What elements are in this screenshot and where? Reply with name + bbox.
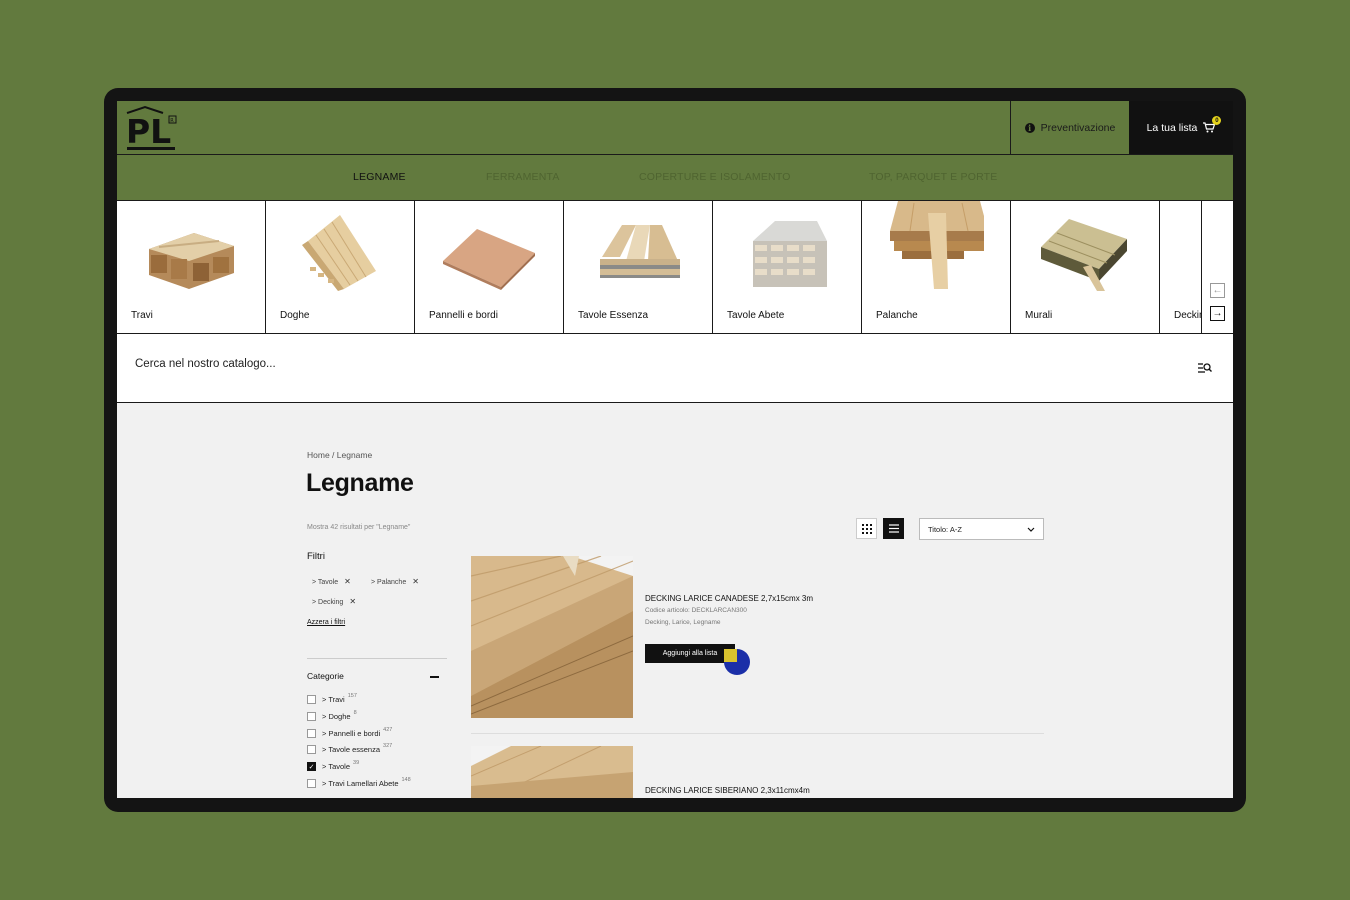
divider bbox=[307, 658, 447, 659]
beams-image bbox=[149, 233, 234, 289]
category-label: Murali bbox=[1025, 310, 1053, 321]
checkbox[interactable] bbox=[307, 729, 316, 738]
svg-text:R: R bbox=[170, 118, 174, 124]
category-filter-item[interactable]: ✓ > Tavole 39 bbox=[307, 760, 359, 771]
add-to-list-button[interactable]: Aggiungi alla lista bbox=[645, 644, 735, 663]
pl-logo[interactable]: PL R bbox=[125, 105, 179, 153]
category-filter-item[interactable]: > Doghe 8 bbox=[307, 710, 357, 721]
categories-filter-title[interactable]: Categorie bbox=[307, 671, 344, 681]
quote-button[interactable]: i Preventivazione bbox=[1010, 101, 1129, 154]
category-label: Palanche bbox=[876, 310, 918, 321]
logo-text: PL bbox=[126, 112, 171, 151]
sort-value: Titolo: A-Z bbox=[928, 524, 962, 534]
category-filter-item[interactable]: > Travi 157 bbox=[307, 693, 357, 704]
filters-title: Filtri bbox=[307, 551, 325, 562]
your-list-button[interactable]: La tua lista 0 bbox=[1129, 101, 1233, 154]
checkbox[interactable] bbox=[307, 745, 316, 754]
category-card-decking[interactable]: Decking bbox=[1160, 201, 1202, 333]
category-filter-item[interactable]: > Pannelli e bordi 427 bbox=[307, 727, 392, 738]
nav-item-top-parquet[interactable]: TOP, PARQUET E PORTE bbox=[869, 171, 997, 183]
active-filter-chip[interactable]: > Decking ✕ bbox=[312, 597, 356, 606]
category-label: Travi bbox=[131, 310, 153, 321]
row-divider bbox=[471, 733, 1044, 734]
product-image[interactable] bbox=[471, 746, 633, 798]
essence-boards-image bbox=[600, 225, 680, 278]
fir-boards-image bbox=[753, 221, 827, 287]
category-label: Doghe bbox=[280, 310, 310, 321]
arrow-left-icon: ← bbox=[1212, 285, 1223, 296]
nav-item-coperture[interactable]: COPERTURE E ISOLAMENTO bbox=[639, 171, 791, 183]
breadcrumb[interactable]: Home / Legname bbox=[307, 450, 372, 460]
product-name[interactable]: DECKING LARICE CANADESE 2,7x15cmx 3m bbox=[645, 594, 813, 603]
your-list-label: La tua lista bbox=[1146, 121, 1198, 134]
product-tags: Decking, Larice, Legname bbox=[645, 619, 721, 626]
checkbox-checked[interactable]: ✓ bbox=[307, 762, 316, 771]
close-icon[interactable]: ✕ bbox=[349, 597, 356, 606]
carousel-next-button[interactable]: → bbox=[1210, 306, 1225, 321]
quote-label: Preventivazione bbox=[1040, 121, 1116, 134]
panels-image bbox=[443, 229, 535, 290]
search-bar bbox=[117, 334, 1233, 403]
category-carousel: Travi Doghe Pannelli e bordi Tavole Esse… bbox=[117, 201, 1233, 334]
product-code: Codice articolo: DECKLARCAN300 bbox=[645, 607, 747, 614]
browser-viewport: PL R i Preventivazione La tua lista 0 LE… bbox=[117, 101, 1233, 798]
nav-item-legname[interactable]: LEGNAME bbox=[353, 171, 406, 183]
chevron-down-icon bbox=[1027, 527, 1035, 532]
product-row: DECKING LARICE CANADESE 2,7x15cmx 3m Cod… bbox=[471, 556, 1044, 718]
slats-image bbox=[302, 215, 376, 291]
category-filter-item[interactable]: > Tavole essenza 327 bbox=[307, 743, 392, 754]
sort-select[interactable]: Titolo: A-Z bbox=[919, 518, 1044, 540]
category-card-murali[interactable]: Murali bbox=[1011, 201, 1160, 333]
category-label: Pannelli e bordi bbox=[429, 310, 498, 321]
info-icon: i bbox=[1024, 122, 1035, 133]
page-title: Legname bbox=[306, 469, 414, 497]
search-filter-icon[interactable] bbox=[1198, 362, 1212, 374]
site-header: PL R i Preventivazione La tua lista 0 bbox=[117, 101, 1233, 155]
results-count: Mostra 42 risultati per "Legname" bbox=[307, 524, 411, 531]
checkbox[interactable] bbox=[307, 712, 316, 721]
arrow-right-icon: → bbox=[1212, 308, 1223, 319]
main-nav: LEGNAME FERRAMENTA COPERTURE E ISOLAMENT… bbox=[117, 155, 1233, 201]
category-card-doghe[interactable]: Doghe bbox=[266, 201, 415, 333]
category-card-pannelli[interactable]: Pannelli e bordi bbox=[415, 201, 564, 333]
nav-item-ferramenta[interactable]: FERRAMENTA bbox=[486, 171, 560, 183]
cart-icon: 0 bbox=[1203, 116, 1222, 133]
checkbox[interactable] bbox=[307, 779, 316, 788]
product-image[interactable] bbox=[471, 556, 633, 718]
murali-image bbox=[1041, 219, 1127, 291]
category-card-tavole-essenza[interactable]: Tavole Essenza bbox=[564, 201, 713, 333]
cart-count-badge: 0 bbox=[1212, 116, 1222, 125]
category-card-tavole-abete[interactable]: Tavole Abete bbox=[713, 201, 862, 333]
search-input[interactable] bbox=[135, 358, 1035, 370]
collapse-icon[interactable] bbox=[430, 676, 439, 678]
product-row: DECKING LARICE SIBERIANO 2,3x11cmx4m bbox=[471, 746, 1044, 798]
carousel-prev-button[interactable]: ← bbox=[1210, 283, 1225, 298]
category-filter-item[interactable]: > Travi Lamellari Abete 148 bbox=[307, 777, 411, 788]
grid-icon bbox=[861, 523, 872, 534]
category-card-travi[interactable]: Travi bbox=[117, 201, 266, 333]
carousel-arrows: ← → bbox=[1203, 201, 1233, 333]
list-icon bbox=[888, 524, 899, 533]
catalog-main: Home / Legname Legname Mostra 42 risulta… bbox=[117, 403, 1233, 798]
close-icon[interactable]: ✕ bbox=[412, 577, 419, 586]
active-filter-chip[interactable]: > Tavole ✕ bbox=[312, 577, 351, 586]
planks-image bbox=[890, 201, 984, 289]
product-name[interactable]: DECKING LARICE SIBERIANO 2,3x11cmx4m bbox=[645, 786, 810, 795]
category-label: Decking bbox=[1174, 310, 1201, 321]
reset-filters-link[interactable]: Azzera i filtri bbox=[307, 619, 345, 626]
category-label: Tavole Essenza bbox=[578, 310, 649, 321]
checkbox[interactable] bbox=[307, 695, 316, 704]
category-card-palanche[interactable]: Palanche bbox=[862, 201, 1011, 333]
active-filter-chip[interactable]: > Palanche ✕ bbox=[371, 577, 419, 586]
list-view-button[interactable] bbox=[883, 518, 904, 539]
grid-view-button[interactable] bbox=[856, 518, 877, 539]
cursor-indicator-icon bbox=[724, 649, 750, 675]
category-label: Tavole Abete bbox=[727, 310, 785, 321]
close-icon[interactable]: ✕ bbox=[344, 577, 351, 586]
